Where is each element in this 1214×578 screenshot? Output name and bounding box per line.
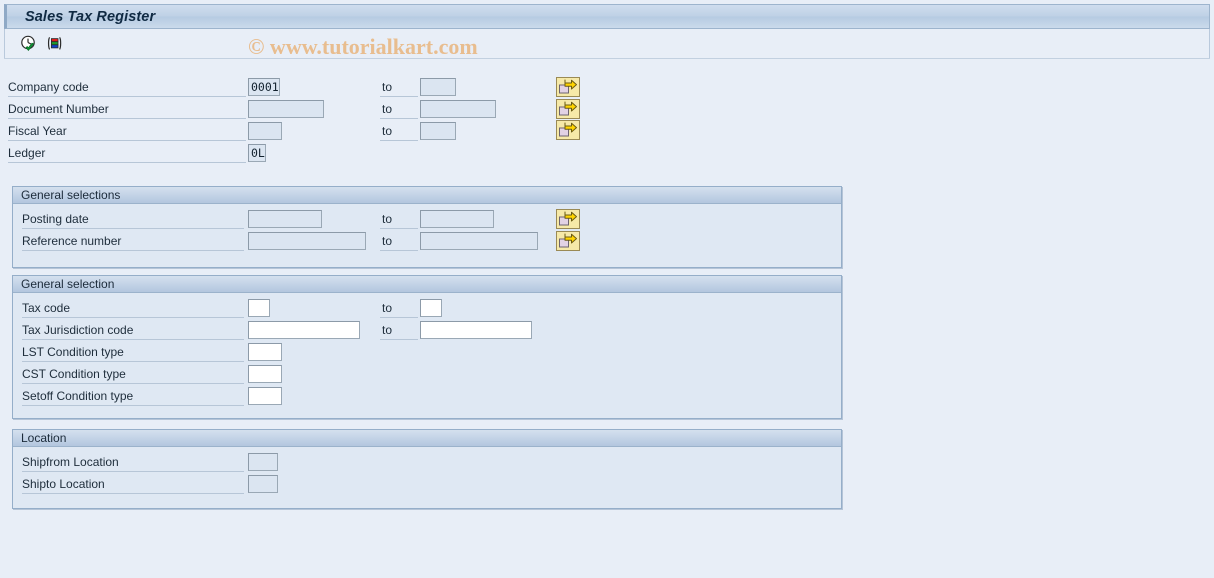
field-input-from[interactable]: 0L <box>248 144 266 162</box>
watermark-text: © www.tutorialkart.com <box>248 34 478 59</box>
selection-row: Document Number to <box>0 100 860 122</box>
group-title: Location <box>21 431 67 445</box>
field-input-from[interactable]: 0001 <box>248 78 280 96</box>
multiple-selection-arrow-icon[interactable] <box>556 209 580 229</box>
field-input-from[interactable] <box>248 232 366 250</box>
multiple-selection-arrow-icon[interactable] <box>556 99 580 119</box>
field-input-to[interactable] <box>420 210 494 228</box>
variant-bars-icon[interactable] <box>45 34 65 54</box>
field-input-from[interactable] <box>248 387 282 405</box>
field-input-from[interactable] <box>248 122 282 140</box>
field-input-from[interactable] <box>248 100 324 118</box>
selection-row: Fiscal Year to <box>0 122 860 144</box>
range-to-label: to <box>380 100 418 119</box>
field-label: Shipto Location <box>22 475 244 494</box>
field-label: Ledger <box>8 144 246 163</box>
multiple-selection-arrow-icon[interactable] <box>556 231 580 251</box>
multiple-selection-arrow-icon[interactable] <box>556 77 580 97</box>
field-input-from[interactable] <box>248 475 278 493</box>
group-header: General selection <box>13 276 841 293</box>
page-title: Sales Tax Register <box>25 9 156 25</box>
multiple-selection-arrow-icon[interactable] <box>556 120 580 140</box>
selection-row: Shipto Location <box>0 475 860 497</box>
field-input-from[interactable] <box>248 343 282 361</box>
range-to-label: to <box>380 321 418 340</box>
field-label: Posting date <box>22 210 244 229</box>
field-input-from[interactable] <box>248 321 360 339</box>
field-input-from[interactable] <box>248 365 282 383</box>
selection-row: Posting date to <box>0 210 860 232</box>
field-input-from[interactable] <box>248 210 322 228</box>
range-to-label: to <box>380 299 418 318</box>
field-label: Tax code <box>22 299 244 318</box>
field-input-to[interactable] <box>420 122 456 140</box>
range-to-label: to <box>380 78 418 97</box>
window-title-bar: Sales Tax Register <box>4 4 1210 29</box>
field-input-to[interactable] <box>420 78 456 96</box>
group-header: Location <box>13 430 841 447</box>
toolbar-divider <box>4 58 1210 59</box>
selection-row: Ledger 0L <box>0 144 860 166</box>
selection-row: Tax Jurisdiction code to <box>0 321 860 343</box>
field-label: Reference number <box>22 232 244 251</box>
selection-row: CST Condition type <box>0 365 860 387</box>
clock-check-icon[interactable] <box>19 34 39 54</box>
selection-row: Setoff Condition type <box>0 387 860 409</box>
field-input-from[interactable] <box>248 299 270 317</box>
application-toolbar <box>4 29 1210 58</box>
group-title: General selection <box>21 277 115 291</box>
selection-row: Company code 0001 to <box>0 78 860 100</box>
range-to-label: to <box>380 122 418 141</box>
field-label: Shipfrom Location <box>22 453 244 472</box>
field-label: LST Condition type <box>22 343 244 362</box>
range-to-label: to <box>380 210 418 229</box>
field-label: Company code <box>8 78 246 97</box>
field-label: Document Number <box>8 100 246 119</box>
selection-row: Shipfrom Location <box>0 453 860 475</box>
field-input-to[interactable] <box>420 299 442 317</box>
field-label: Fiscal Year <box>8 122 246 141</box>
selection-row: LST Condition type <box>0 343 860 365</box>
field-label: Setoff Condition type <box>22 387 244 406</box>
selection-row: Reference number to <box>0 232 860 254</box>
field-input-to[interactable] <box>420 100 496 118</box>
field-input-to[interactable] <box>420 321 532 339</box>
range-to-label: to <box>380 232 418 251</box>
field-label: CST Condition type <box>22 365 244 384</box>
field-label: Tax Jurisdiction code <box>22 321 244 340</box>
selection-row: Tax code to <box>0 299 860 321</box>
field-input-from[interactable] <box>248 453 278 471</box>
group-header: General selections <box>13 187 841 204</box>
field-input-to[interactable] <box>420 232 538 250</box>
group-title: General selections <box>21 188 121 202</box>
